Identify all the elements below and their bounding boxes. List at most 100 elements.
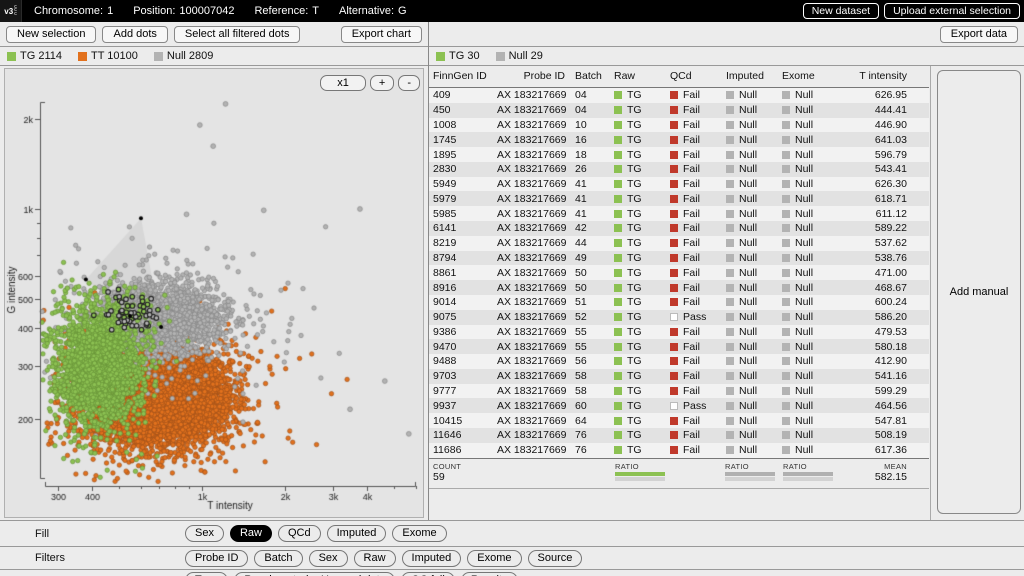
table-row[interactable]: 5979 AX 183217669 41 TG Fail Null Null 618.71 — [429, 191, 929, 207]
cell-imputed: Null — [721, 265, 777, 280]
cell-finngen-id: 2830 — [433, 163, 457, 176]
pill-imputed[interactable]: Imputed — [401, 549, 462, 567]
pill-raw-imputed-unusual-dots[interactable]: Raw imputed + Unusual dots — [234, 572, 396, 576]
add-dots-button[interactable]: Add dots — [102, 25, 168, 43]
status-swatch — [670, 253, 678, 262]
status-swatch — [782, 120, 790, 129]
table-row[interactable]: 1008 AX 183217669 10 TG Fail Null Null 446.90 — [429, 117, 929, 133]
zoom-out-button[interactable]: - — [398, 75, 420, 91]
table-row[interactable]: 1895 AX 183217669 18 TG Fail Null Null 596.79 — [429, 147, 929, 162]
cell-exome: Null — [777, 280, 857, 295]
pill-source[interactable]: Source — [527, 549, 583, 567]
cell-raw: TG — [609, 354, 665, 369]
cell-raw: TG — [609, 369, 665, 384]
alternative-value: G — [398, 5, 407, 17]
table-row[interactable]: 8916 AX 183217669 50 TG Fail Null Null 468.67 — [429, 280, 929, 295]
table-row[interactable]: 9014 AX 183217669 51 TG Fail Null Null 600.24 — [429, 294, 929, 310]
cell-finngen-id: 10415 — [433, 414, 463, 427]
pill-tags[interactable]: Tags — [185, 572, 229, 576]
table-row[interactable]: 5949 AX 183217669 41 TG Fail Null Null 626.30 — [429, 176, 929, 192]
table-row[interactable]: 9703 AX 183217669 58 TG Fail Null Null 541.16 — [429, 368, 929, 384]
add-manual-button[interactable]: Add manual — [937, 70, 1021, 514]
top-bar: v3 c c c Chromosome: 1 Position: 1000070… — [0, 0, 1024, 22]
cell-exome: Null — [777, 443, 857, 458]
pill-raw[interactable]: Raw — [229, 525, 272, 542]
table-row[interactable]: 9937 AX 183217669 60 TG Pass Null Null 464.56 — [429, 398, 929, 414]
legend-item: TG 2114 — [7, 50, 62, 62]
cell-probe-id: AX 183217669 — [497, 89, 567, 102]
pill-imputed[interactable]: Imputed — [326, 525, 387, 542]
table-row[interactable]: 9075 AX 183217669 52 TG Pass Null Null 586.20 — [429, 309, 929, 325]
table-row[interactable]: 11646 AX 183217669 76 TG Fail Null Null 508.19 — [429, 427, 929, 443]
cell-qcd: Fail — [665, 413, 721, 428]
fill-row: Fill Sex Raw QCd Imputed Exome — [0, 521, 1024, 547]
legend-item: TT 10100 — [78, 50, 138, 62]
status-swatch — [670, 357, 678, 366]
status-swatch — [670, 224, 678, 233]
status-swatch — [782, 416, 790, 425]
pill-qcd[interactable]: QCd — [277, 525, 321, 542]
variant-info: Chromosome: 1 Position: 100007042 Refere… — [34, 5, 407, 17]
position-info: Position: 100007042 — [133, 5, 234, 17]
raw-ratio: RATIO — [615, 459, 665, 481]
cell-imputed: Null — [721, 251, 777, 266]
table-row[interactable]: 8794 AX 183217669 49 TG Fail Null Null 538.76 — [429, 250, 929, 266]
pill-exome[interactable]: Exome — [392, 525, 447, 542]
status-swatch — [670, 165, 678, 174]
table-row[interactable]: 9386 AX 183217669 55 TG Fail Null Null 479.53 — [429, 324, 929, 340]
export-data-button[interactable]: Export data — [939, 25, 1018, 43]
table-row[interactable]: 8219 AX 183217669 44 TG Fail Null Null 537.62 — [429, 235, 929, 251]
chromosome-value: 1 — [107, 5, 114, 17]
pill-probe-id[interactable]: Probe ID — [185, 549, 249, 567]
ratio-track — [615, 476, 665, 481]
table-row[interactable]: 9777 AX 183217669 58 TG Fail Null Null 599.29 — [429, 383, 929, 399]
cell-batch: 76 — [575, 429, 587, 442]
cell-probe-id: AX 183217669 — [497, 104, 567, 117]
cell-batch: 42 — [575, 222, 587, 235]
pill-raw[interactable]: Raw — [353, 549, 396, 567]
table-row[interactable]: 9488 AX 183217669 56 TG Fail Null Null 412.90 — [429, 354, 929, 369]
table-row[interactable]: 11686 AX 183217669 76 TG Fail Null Null 617.36 — [429, 442, 929, 458]
pill-group: Tags Raw imputed + Unusual dots QC fail Res… — [185, 572, 518, 576]
table-row[interactable]: 409 AX 183217669 04 TG Fail Null Null 626.95 — [429, 87, 929, 103]
status-swatch — [614, 283, 622, 292]
cell-finngen-id: 9488 — [433, 355, 457, 368]
status-swatch — [726, 357, 734, 366]
cell-t-intensity: 541.16 — [874, 370, 907, 383]
table-row[interactable]: 450 AX 183217669 04 TG Fail Null Null 444.41 — [429, 102, 929, 118]
table-row[interactable]: 6141 AX 183217669 42 TG Fail Null Null 589.22 — [429, 221, 929, 236]
table-row[interactable]: 2830 AX 183217669 26 TG Fail Null Null 543.41 — [429, 161, 929, 177]
cell-probe-id: AX 183217669 — [497, 385, 567, 398]
pill-results[interactable]: Results — [460, 572, 518, 576]
pill-sex[interactable]: Sex — [185, 525, 224, 542]
cell-imputed: Null — [721, 206, 777, 221]
new-dataset-button[interactable]: New dataset — [802, 3, 880, 19]
pill-sex[interactable]: Sex — [308, 549, 348, 567]
table-row[interactable]: 1745 AX 183217669 16 TG Fail Null Null 641.03 — [429, 132, 929, 148]
table-row[interactable]: 5985 AX 183217669 41 TG Fail Null Null 611.12 — [429, 206, 929, 222]
col-qcd: QCd — [665, 66, 721, 88]
status-swatch — [782, 357, 790, 366]
zoom-reset-button[interactable]: x1 — [320, 75, 366, 91]
pill-exome[interactable]: Exome — [467, 549, 522, 567]
genotype-scatter-chart[interactable] — [5, 69, 423, 517]
new-selection-button[interactable]: New selection — [6, 25, 97, 43]
legend-item: Null 29 — [495, 50, 543, 62]
table-row[interactable]: 8861 AX 183217669 50 TG Fail Null Null 471.00 — [429, 265, 929, 281]
pill-batch[interactable]: Batch — [254, 549, 303, 567]
table-row[interactable]: 9470 AX 183217669 55 TG Fail Null Null 580.18 — [429, 339, 929, 355]
table-row[interactable]: 10415 AX 183217669 64 TG Fail Null Null 547.81 — [429, 413, 929, 428]
cell-imputed: Null — [721, 221, 777, 236]
status-swatch — [782, 224, 790, 233]
position-label: Position: — [133, 5, 176, 17]
select-all-filtered-dots-button[interactable]: Select all filtered dots — [173, 25, 301, 43]
chart-toolbar: New selection Add dots Select all filtered… — [0, 22, 428, 47]
cell-qcd: Pass — [665, 398, 721, 413]
status-swatch — [670, 150, 678, 159]
zoom-in-button[interactable]: + — [369, 75, 395, 91]
cell-t-intensity: 444.41 — [874, 104, 907, 117]
pill-qc-fail[interactable]: QC fail — [401, 572, 455, 576]
upload-external-selection-button[interactable]: Upload external selection — [884, 3, 1020, 19]
export-chart-button[interactable]: Export chart — [340, 25, 422, 43]
presets-row: Tags Raw imputed + Unusual dots QC fail Res… — [0, 570, 1024, 576]
